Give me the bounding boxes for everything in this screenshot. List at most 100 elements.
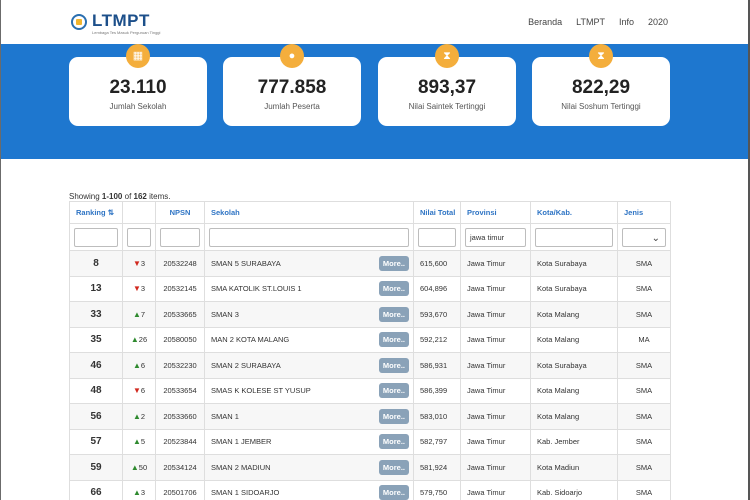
school-cell: SMAN 2 SURABAYA More.. <box>204 352 414 379</box>
more-button[interactable]: More.. <box>378 459 409 475</box>
column-ranking-label: Ranking <box>76 208 106 217</box>
arrow-up-icon: ▲ <box>132 411 141 421</box>
column-provinsi[interactable]: Provinsi <box>460 201 531 224</box>
more-button[interactable]: More.. <box>378 332 409 348</box>
ltmpt-logo[interactable]: LTMPT Lembaga Tes Masuk Perguruan Tinggi <box>71 12 160 35</box>
score-cell: 586,931 <box>413 352 461 379</box>
trophy-icon: ⧗ <box>435 44 459 68</box>
filter-change-input[interactable] <box>127 227 151 247</box>
city-cell: Kota Surabaya <box>530 250 618 277</box>
school-name: MAN 2 KOTA MALANG <box>211 335 290 345</box>
stat-label: Jumlah Peserta <box>264 102 320 111</box>
column-npsn[interactable]: NPSN <box>155 201 205 224</box>
change-value: 3 <box>140 258 146 268</box>
school-cell: SMAN 1 JEMBER More.. <box>204 428 414 455</box>
ranking-table: Ranking ⇅ NPSN Sekolah Nilai Total Provi… <box>69 201 671 500</box>
score-cell: 593,670 <box>413 301 461 328</box>
more-button[interactable]: More.. <box>378 408 409 424</box>
arrow-up-icon: ▲ <box>132 360 141 370</box>
school-name: SMAN 2 MADIUN <box>211 462 271 472</box>
score-cell: 583,010 <box>413 403 461 430</box>
arrow-down-icon: ▼ <box>132 258 141 268</box>
score-cell: 579,750 <box>413 479 461 500</box>
type-cell: SMA <box>617 428 671 455</box>
top-header: LTMPT Lembaga Tes Masuk Perguruan Tinggi… <box>1 0 748 44</box>
city-cell: Kota Surabaya <box>530 352 618 379</box>
rank-cell: 33 <box>69 301 123 328</box>
change-value: 6 <box>140 386 146 396</box>
column-jenis[interactable]: Jenis <box>617 201 671 224</box>
type-cell: SMA <box>617 352 671 379</box>
type-cell: SMA <box>617 479 671 500</box>
arrow-up-icon: ▲ <box>132 309 141 319</box>
score-cell: 582,797 <box>413 428 461 455</box>
more-button[interactable]: More.. <box>378 434 409 450</box>
change-cell: ▲6 <box>122 352 156 379</box>
score-cell: 586,399 <box>413 377 461 404</box>
more-button[interactable]: More.. <box>378 357 409 373</box>
type-cell: SMA <box>617 275 671 302</box>
arrow-up-icon: ▲ <box>130 462 139 472</box>
province-cell: Jawa Timur <box>460 301 531 328</box>
table-row: 35 ▲26 20580050 MAN 2 KOTA MALANG More.. 592,… <box>69 326 671 353</box>
summary-prefix: Showing <box>69 192 100 201</box>
filter-ranking-input[interactable] <box>74 227 118 247</box>
more-button[interactable]: More.. <box>378 383 409 399</box>
rank-cell: 8 <box>69 250 123 277</box>
filter-kota-input[interactable] <box>535 227 613 247</box>
npsn-cell: 20523844 <box>155 428 205 455</box>
table-row: 48 ▼6 20533654 SMAS K KOLESE ST YUSUP More..… <box>69 377 671 404</box>
stat-label: Nilai Soshum Tertinggi <box>561 102 641 111</box>
more-button[interactable]: More.. <box>378 281 409 297</box>
column-ranking[interactable]: Ranking ⇅ <box>69 201 123 224</box>
more-button[interactable]: More.. <box>378 306 409 322</box>
more-button[interactable]: More.. <box>378 485 409 500</box>
score-cell: 615,600 <box>413 250 461 277</box>
type-cell: MA <box>617 326 671 353</box>
column-sekolah[interactable]: Sekolah <box>204 201 414 224</box>
filter-npsn-input[interactable] <box>160 227 200 247</box>
filter-provinsi-input[interactable]: jawa timur <box>465 227 526 247</box>
type-cell: SMA <box>617 454 671 481</box>
change-cell: ▲50 <box>122 454 156 481</box>
province-cell: Jawa Timur <box>460 326 531 353</box>
city-cell: Kab. Sidoarjo <box>530 479 618 500</box>
arrow-down-icon: ▼ <box>132 386 141 396</box>
change-cell: ▼6 <box>122 377 156 404</box>
sort-icon: ⇅ <box>107 208 114 217</box>
change-value: 6 <box>140 360 146 370</box>
school-cell: MAN 2 KOTA MALANG More.. <box>204 326 414 353</box>
stat-label: Jumlah Sekolah <box>109 102 167 111</box>
school-cell: SMAN 1 SIDOARJO More.. <box>204 479 414 500</box>
school-cell: SMAN 2 MADIUN More.. <box>204 454 414 481</box>
type-cell: SMA <box>617 250 671 277</box>
school-name: SMAN 2 SURABAYA <box>211 360 281 370</box>
nav-ltmpt[interactable]: LTMPT <box>576 17 605 27</box>
type-cell: SMA <box>617 403 671 430</box>
stat-card-peserta: ● 777.858 Jumlah Peserta <box>223 44 361 126</box>
nav-beranda[interactable]: Beranda <box>528 17 562 27</box>
nav-2020[interactable]: 2020 <box>648 17 668 27</box>
province-cell: Jawa Timur <box>460 377 531 404</box>
school-name: SMAN 1 SIDOARJO <box>211 488 280 498</box>
column-kota[interactable]: Kota/Kab. <box>530 201 618 224</box>
school-cell: SMAS K KOLESE ST YUSUP More.. <box>204 377 414 404</box>
summary-range: 1-100 <box>101 192 123 201</box>
filter-sekolah-input[interactable] <box>209 227 409 247</box>
column-nilai-total[interactable]: Nilai Total <box>413 201 461 224</box>
change-value: 3 <box>140 488 146 498</box>
filter-jenis-select[interactable] <box>622 227 666 247</box>
nav-info[interactable]: Info <box>619 17 634 27</box>
arrow-up-icon: ▲ <box>132 488 141 498</box>
more-button[interactable]: More.. <box>378 255 409 271</box>
npsn-cell: 20533665 <box>155 301 205 328</box>
province-cell: Jawa Timur <box>460 275 531 302</box>
school-name: SMAN 1 JEMBER <box>211 437 272 447</box>
city-cell: Kota Malang <box>530 403 618 430</box>
province-cell: Jawa Timur <box>460 428 531 455</box>
filter-nilai-input[interactable] <box>418 227 456 247</box>
rank-cell: 13 <box>69 275 123 302</box>
npsn-cell: 20532230 <box>155 352 205 379</box>
table-row: 59 ▲50 20534124 SMAN 2 MADIUN More.. 581,924 J… <box>69 454 671 481</box>
type-cell: SMA <box>617 301 671 328</box>
